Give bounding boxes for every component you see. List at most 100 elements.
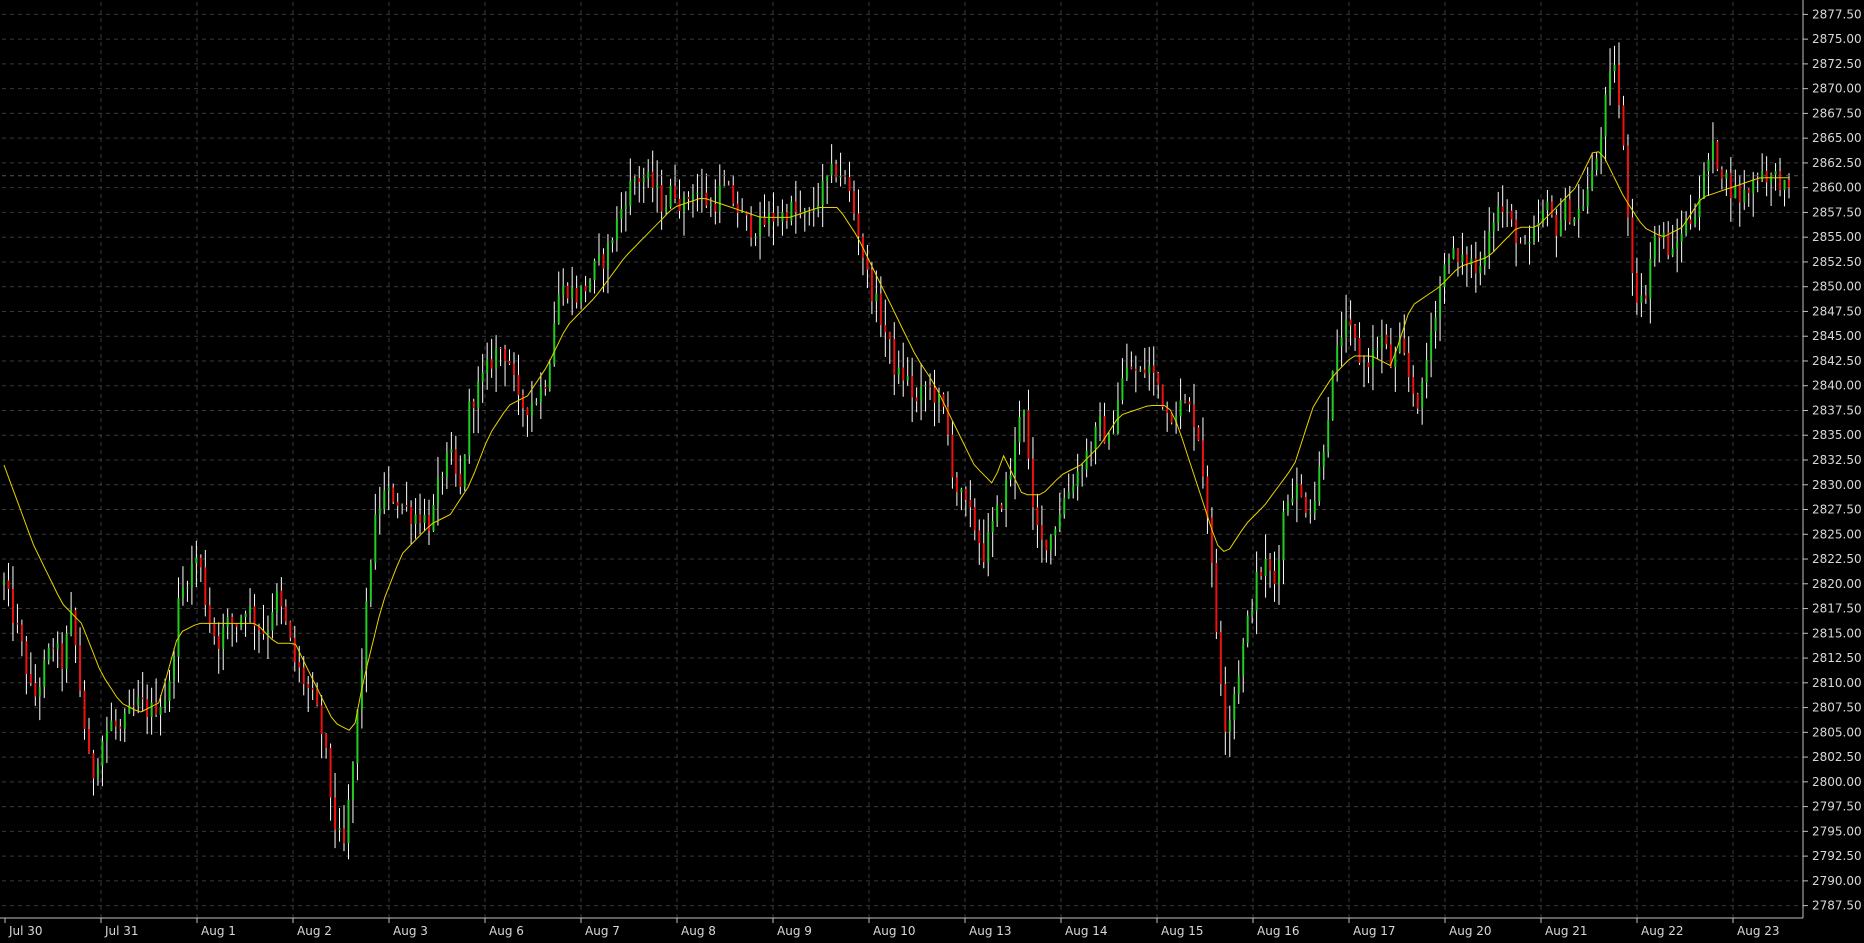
- candle-body: [378, 508, 381, 515]
- y-tick-label: 2802.50: [1812, 750, 1862, 764]
- candle-body: [517, 375, 520, 396]
- candle-body: [3, 580, 5, 584]
- y-tick-label: 2837.50: [1812, 403, 1862, 417]
- y-tick-label: 2865.00: [1812, 131, 1862, 145]
- candle-body: [1031, 458, 1034, 508]
- candle-body: [718, 185, 721, 212]
- candle-body: [727, 184, 730, 186]
- candle-body: [1626, 145, 1629, 218]
- x-tick-label: Aug 23: [1737, 924, 1780, 938]
- candle-body: [1604, 94, 1607, 137]
- candle-body: [1465, 254, 1468, 265]
- candle-body: [329, 747, 332, 798]
- candle-body: [991, 520, 994, 533]
- candle-body: [562, 285, 565, 296]
- candle-body: [351, 763, 354, 800]
- candle-body: [513, 363, 515, 376]
- candle-body: [853, 191, 855, 214]
- candle-body: [428, 514, 430, 531]
- candle-body: [691, 194, 694, 200]
- grid-layer: [2, 2, 1803, 918]
- candle-body: [1340, 337, 1343, 347]
- candle-body: [213, 623, 216, 637]
- y-tick-label: 2847.50: [1812, 304, 1862, 318]
- candle-body: [1649, 258, 1652, 299]
- candle-body: [1264, 558, 1267, 576]
- candle-body: [830, 163, 833, 176]
- candle-body: [1112, 433, 1115, 435]
- candle-body: [929, 385, 932, 388]
- candle-body: [785, 212, 788, 221]
- candle-body: [486, 359, 489, 373]
- candle-body: [508, 360, 511, 364]
- candle-body: [1237, 675, 1240, 695]
- candle-body: [794, 201, 797, 213]
- y-tick-label: 2817.50: [1812, 602, 1862, 616]
- candle-body: [790, 201, 793, 221]
- candle-body: [271, 612, 274, 631]
- candle-body: [544, 386, 547, 389]
- y-tick-label: 2860.00: [1812, 181, 1862, 195]
- candle-body: [123, 713, 126, 729]
- candle-body: [1269, 558, 1272, 571]
- candle-body: [1640, 295, 1643, 303]
- candle-body: [1313, 501, 1316, 513]
- candle-body: [1318, 466, 1321, 502]
- candle-body: [34, 682, 37, 697]
- candle-body: [1255, 571, 1258, 611]
- candle-body: [839, 175, 842, 178]
- candle-body: [1367, 362, 1370, 368]
- candle-body: [217, 636, 220, 649]
- candle-body: [141, 697, 144, 700]
- candle-body: [857, 213, 860, 237]
- candle-body: [454, 449, 457, 474]
- candle-body: [1555, 214, 1558, 236]
- candle-body: [1228, 720, 1231, 732]
- candle-body: [1072, 486, 1075, 492]
- candle-body: [25, 641, 28, 675]
- candle-body: [553, 323, 556, 365]
- candle-body: [615, 218, 618, 241]
- x-tick-label: Aug 13: [969, 924, 1012, 938]
- y-tick-label: 2835.00: [1812, 428, 1862, 442]
- candle-body: [1752, 179, 1755, 194]
- candle-body: [235, 623, 238, 627]
- candle-body: [1501, 206, 1504, 212]
- candle-body: [459, 473, 462, 487]
- x-tick-label: Aug 16: [1257, 924, 1300, 938]
- x-tick-label: Aug 7: [585, 924, 620, 938]
- candle-body: [284, 606, 287, 622]
- candle-body: [137, 697, 140, 706]
- candle-body: [611, 240, 614, 244]
- candle-body: [879, 293, 882, 326]
- y-tick-label: 2845.00: [1812, 329, 1862, 343]
- candle-body: [620, 208, 623, 219]
- candle-body: [1058, 514, 1061, 530]
- candle-body: [915, 397, 918, 402]
- candle-body: [1756, 179, 1759, 181]
- y-tick-label: 2800.00: [1812, 775, 1862, 789]
- x-tick-label: Aug 1: [201, 924, 236, 938]
- candle-body: [1644, 295, 1647, 299]
- candle-body: [1573, 218, 1576, 223]
- candle-body: [1497, 206, 1500, 223]
- y-tick-label: 2807.50: [1812, 701, 1862, 715]
- y-tick-label: 2795.00: [1812, 824, 1862, 838]
- candle-body: [365, 601, 368, 670]
- candle-body: [7, 580, 10, 589]
- candle-body: [1152, 365, 1155, 373]
- candle-body: [1434, 317, 1437, 332]
- candle-body: [52, 647, 55, 649]
- candle-body: [1345, 319, 1348, 338]
- candle-body: [468, 401, 471, 456]
- candle-body: [906, 375, 909, 381]
- candle-body: [696, 192, 699, 195]
- candle-body: [1667, 232, 1670, 256]
- candle-body: [902, 367, 905, 381]
- candle-body: [423, 514, 426, 523]
- y-tick-label: 2815.00: [1812, 626, 1862, 640]
- candle-body: [1564, 199, 1567, 221]
- candle-body: [1201, 440, 1204, 477]
- candle-body: [1049, 535, 1052, 551]
- candle-body: [173, 656, 175, 681]
